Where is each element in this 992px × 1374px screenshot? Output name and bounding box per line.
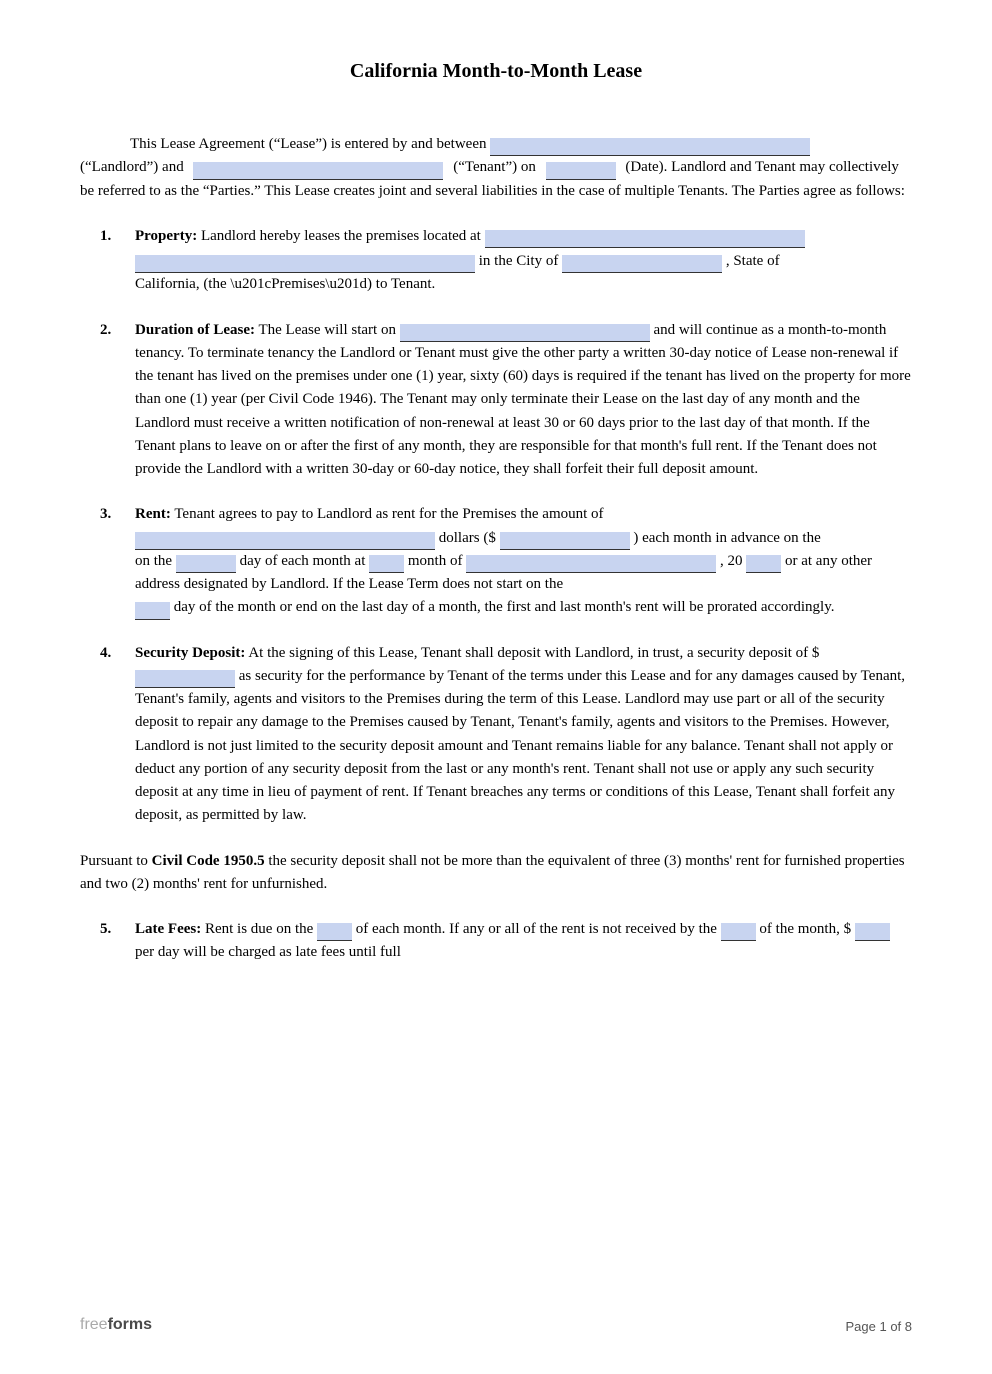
rent-words-blank[interactable] [135, 532, 435, 550]
state-label: , State of [726, 253, 780, 269]
landlord-label: (“Landlord”) and [80, 159, 184, 175]
property-address-blank-2[interactable] [135, 255, 475, 273]
section-1-number: 1. [100, 225, 111, 248]
section-3-text: Tenant agrees to pay to Landlord as rent… [174, 506, 603, 522]
section-5-title: Late Fees: [135, 921, 201, 937]
intro-text: This Lease Agreement (“Lease”) is entere… [130, 136, 487, 152]
section-1-text: Landlord hereby leases the premises loca… [201, 228, 485, 244]
section-2-number: 2. [100, 319, 111, 342]
city-blank[interactable] [562, 255, 722, 273]
document-page: California Month-to-Month Lease This Lea… [0, 0, 992, 1374]
section-3-number: 3. [100, 503, 111, 526]
section-1-end: California, (the \u201cPremises\u201d) t… [135, 276, 435, 292]
year-blank[interactable] [746, 555, 781, 573]
section-3-text3: ) each month in advance on the [633, 530, 820, 546]
section-3-rent-line: dollars ($ ) each month in advance on th… [135, 527, 912, 550]
document-title: California Month-to-Month Lease [80, 60, 912, 83]
section-5-text: Rent is due on the [205, 921, 317, 937]
section-2: 2. Duration of Lease: The Lease will sta… [80, 319, 912, 482]
apt-blank[interactable] [369, 555, 404, 573]
lease-start-blank[interactable] [400, 324, 650, 342]
section-4-text2: as security for the performance by Tenan… [135, 668, 905, 824]
section-4: 4. Security Deposit: At the signing of t… [80, 642, 912, 828]
received-by-blank[interactable] [721, 923, 756, 941]
section-5-text3: of the month, $ [759, 921, 851, 937]
city-label: in the City of [479, 253, 562, 269]
section-3-text8: day of the month or end on the last day … [174, 599, 835, 615]
civil-code-paragraph: Pursuant to Civil Code 1950.5 the securi… [80, 850, 912, 897]
page-footer: freeforms Page 1 of 8 [80, 1316, 912, 1334]
section-4-text: At the signing of this Lease, Tenant sha… [248, 645, 819, 661]
property-address-blank[interactable] [485, 230, 805, 248]
start-day-blank[interactable] [135, 602, 170, 620]
section-3-title: Rent: [135, 506, 171, 522]
brand-forms: forms [108, 1316, 152, 1333]
landlord-name-blank[interactable] [490, 138, 810, 156]
dollars-label: dollars ($ [439, 530, 496, 546]
month-of-blank[interactable] [466, 555, 716, 573]
section-5-text4: per day will be charged as late fees unt… [135, 944, 401, 960]
property-block: in the City of , State of [135, 250, 912, 273]
brand-logo: freeforms [80, 1316, 152, 1334]
section-2-title: Duration of Lease: [135, 322, 255, 338]
on-the-label: on the [135, 553, 176, 569]
section-2-text2: and will continue as a month-to-month te… [135, 322, 911, 478]
section-3-day-line: on the day of each month at month of , 2… [135, 550, 912, 597]
day-blank[interactable] [176, 555, 236, 573]
tenant-label: (“Tenant”) on [453, 159, 536, 175]
due-day-blank[interactable] [317, 923, 352, 941]
section-1: 1. Property: Landlord hereby leases the … [80, 225, 912, 297]
section-3-prorate-line: day of the month or end on the last day … [135, 596, 912, 619]
section-4-title: Security Deposit: [135, 645, 245, 661]
date-blank[interactable] [546, 162, 616, 180]
civil-code-citation: Civil Code 1950.5 [152, 853, 265, 869]
section-5: 5. Late Fees: Rent is due on the of each… [80, 918, 912, 965]
section-5-number: 5. [100, 918, 111, 941]
section-4-number: 4. [100, 642, 111, 665]
civil-code-intro: Pursuant to [80, 853, 152, 869]
day-label: day of each month at [240, 553, 370, 569]
late-fee-blank[interactable] [855, 923, 890, 941]
security-deposit-blank[interactable] [135, 670, 235, 688]
intro-paragraph: This Lease Agreement (“Lease”) is entere… [80, 133, 912, 203]
tenant-name-blank[interactable] [193, 162, 443, 180]
section-5-text2: of each month. If any or all of the rent… [356, 921, 721, 937]
rent-amount-blank[interactable] [500, 532, 630, 550]
page-number: Page 1 of 8 [846, 1319, 913, 1334]
section-3: 3. Rent: Tenant agrees to pay to Landlor… [80, 503, 912, 619]
section-1-title: Property: [135, 228, 197, 244]
month-of-label: month of [408, 553, 466, 569]
section-2-text: The Lease will start on [258, 322, 399, 338]
brand-free: free [80, 1316, 108, 1333]
document-content: This Lease Agreement (“Lease”) is entere… [80, 133, 912, 965]
year-label: , 20 [720, 553, 743, 569]
date-label: (Date). [625, 159, 667, 175]
